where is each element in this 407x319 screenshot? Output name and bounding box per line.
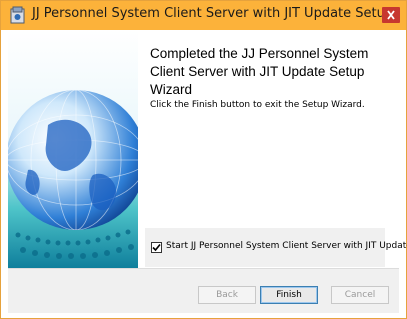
wizard-content: Completed the JJ Personnel System Client…	[8, 30, 407, 313]
wizard-heading: Completed the JJ Personnel System Client…	[150, 46, 369, 97]
globe-banner-image	[8, 30, 138, 268]
finish-button[interactable]: Finish	[260, 286, 318, 304]
setup-wizard-window: JJ Personnel System Client Server with J…	[0, 0, 407, 319]
launch-checkbox[interactable]	[151, 242, 162, 253]
close-icon[interactable]	[382, 7, 400, 23]
back-button[interactable]: Back	[198, 286, 256, 304]
title-bar: JJ Personnel System Client Server with J…	[1, 1, 406, 30]
button-bar: Back Finish Cancel	[8, 268, 399, 313]
launch-checkbox-label[interactable]: Start JJ Personnel System Client Server …	[166, 241, 407, 251]
wizard-instructions: Click the Finish button to exit the Setu…	[150, 100, 365, 110]
cancel-button[interactable]: Cancel	[331, 286, 389, 304]
installer-icon	[10, 6, 26, 24]
launch-option-panel: Start JJ Personnel System Client Server …	[145, 228, 407, 267]
window-title: JJ Personnel System Client Server with J…	[32, 6, 394, 21]
